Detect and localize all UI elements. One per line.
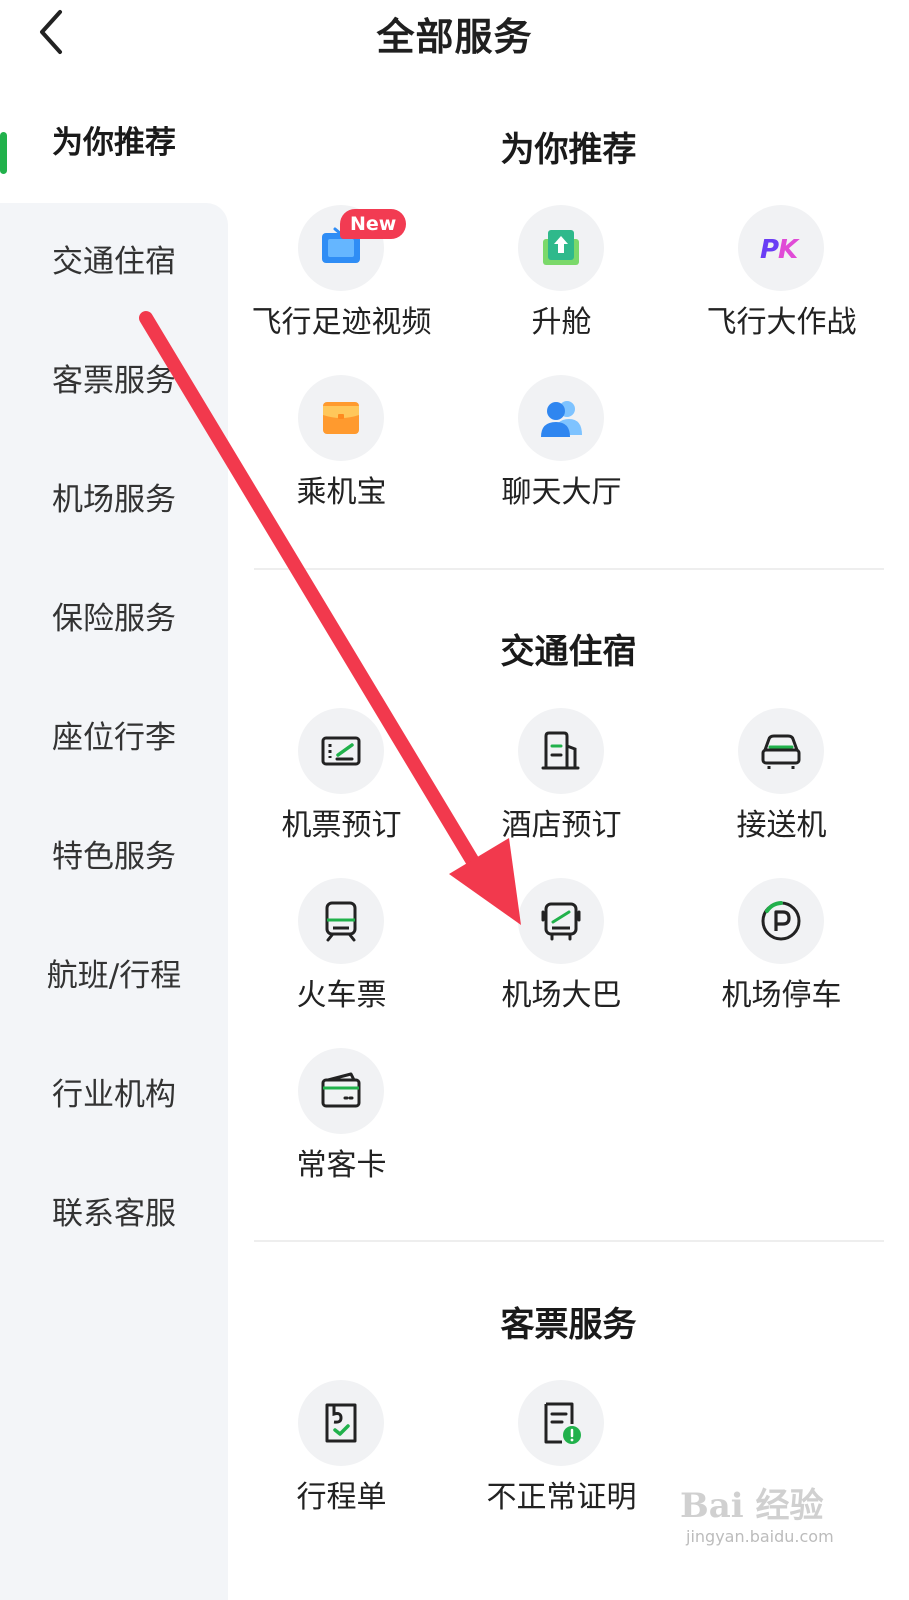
service-label: 行程单 bbox=[296, 1480, 387, 1515]
certificate-icon bbox=[544, 1402, 581, 1444]
service-label: 火车票 bbox=[296, 978, 387, 1013]
icon-circle bbox=[298, 1380, 384, 1466]
sidebar-item-seat-luggage[interactable]: 座位行李 bbox=[0, 683, 228, 793]
service-train-ticket[interactable]: 火车票 bbox=[228, 878, 455, 1038]
itinerary-icon bbox=[325, 1403, 357, 1443]
services-content: 为你推荐 New 飞行足迹视频 升舱 P K 飞行大作战 乘机宝 聊天大厅 交通… bbox=[228, 80, 909, 1600]
car-icon bbox=[761, 734, 801, 769]
sidebar-item-special-service[interactable]: 特色服务 bbox=[0, 802, 228, 912]
section-title-transport: 交通住宿 bbox=[500, 632, 637, 672]
section-title-recommended: 为你推荐 bbox=[500, 130, 637, 170]
service-irregularity-certificate[interactable]: 不正常证明 bbox=[448, 1380, 675, 1540]
service-airport-transfer[interactable]: 接送机 bbox=[668, 708, 895, 868]
service-label: 飞行大作战 bbox=[706, 305, 857, 340]
sidebar-item-label: 航班/行程 bbox=[46, 958, 182, 994]
service-label: 常客卡 bbox=[296, 1148, 387, 1183]
service-boarding-wallet[interactable]: 乘机宝 bbox=[228, 375, 455, 535]
pk-icon: P K bbox=[760, 235, 800, 265]
icon-circle bbox=[298, 1048, 384, 1134]
sidebar-item-flight-trip[interactable]: 航班/行程 bbox=[0, 921, 228, 1031]
service-flight-booking[interactable]: 机票预订 bbox=[228, 708, 455, 868]
icon-circle bbox=[518, 205, 604, 291]
svg-text:K: K bbox=[778, 235, 800, 265]
sidebar-item-label: 保险服务 bbox=[52, 601, 176, 637]
sidebar-item-transport[interactable]: 交通住宿 bbox=[0, 207, 228, 317]
service-flight-battle[interactable]: P K 飞行大作战 bbox=[668, 205, 895, 365]
service-itinerary[interactable]: 行程单 bbox=[228, 1380, 455, 1540]
icon-circle bbox=[298, 878, 384, 964]
sidebar-item-airport-service[interactable]: 机场服务 bbox=[0, 445, 228, 555]
sidebar-item-recommended[interactable]: 为你推荐 bbox=[0, 88, 228, 198]
sidebar-item-label: 交通住宿 bbox=[52, 244, 176, 280]
sidebar-item-label: 机场服务 bbox=[52, 482, 176, 518]
sidebar-item-label: 行业机构 bbox=[52, 1077, 176, 1113]
hotel-icon bbox=[541, 731, 580, 770]
service-label: 飞行足迹视频 bbox=[251, 305, 432, 340]
icon-circle: P K bbox=[738, 205, 824, 291]
icon-circle bbox=[298, 375, 384, 461]
service-flight-video[interactable]: New 飞行足迹视频 bbox=[228, 205, 455, 365]
sidebar-item-industry[interactable]: 行业机构 bbox=[0, 1040, 228, 1150]
service-label: 机场大巴 bbox=[501, 978, 622, 1013]
wallet-icon bbox=[323, 402, 359, 434]
icon-circle bbox=[738, 878, 824, 964]
section-divider bbox=[254, 568, 884, 570]
sidebar-item-ticket-service[interactable]: 客票服务 bbox=[0, 326, 228, 436]
chat-users-icon bbox=[541, 401, 582, 437]
sidebar-item-customer-service[interactable]: 联系客服 bbox=[0, 1159, 228, 1269]
card-icon bbox=[321, 1072, 361, 1108]
icon-circle bbox=[298, 708, 384, 794]
service-frequent-flyer-card[interactable]: 常客卡 bbox=[228, 1048, 455, 1208]
service-upgrade[interactable]: 升舱 bbox=[448, 205, 675, 365]
service-label: 机场停车 bbox=[721, 978, 842, 1013]
sidebar-item-label: 为你推荐 bbox=[52, 125, 176, 161]
service-label: 酒店预订 bbox=[501, 808, 622, 843]
category-sidebar: 为你推荐 交通住宿 客票服务 机场服务 保险服务 座位行李 特色服务 航班/行程… bbox=[0, 80, 228, 1600]
new-badge: New bbox=[340, 209, 407, 239]
active-indicator bbox=[0, 132, 7, 174]
service-chat-lobby[interactable]: 聊天大厅 bbox=[448, 375, 675, 535]
service-label: 聊天大厅 bbox=[501, 475, 622, 510]
service-label: 机票预订 bbox=[281, 808, 402, 843]
service-airport-parking[interactable]: 机场停车 bbox=[668, 878, 895, 1038]
ticket-icon bbox=[321, 736, 361, 766]
service-label: 不正常证明 bbox=[486, 1480, 637, 1515]
sidebar-item-label: 座位行李 bbox=[52, 720, 176, 756]
bus-icon bbox=[541, 902, 581, 941]
icon-circle bbox=[518, 878, 604, 964]
icon-circle bbox=[518, 708, 604, 794]
service-label: 乘机宝 bbox=[296, 475, 387, 510]
service-label: 升舱 bbox=[531, 305, 592, 340]
icon-circle bbox=[738, 708, 824, 794]
section-divider bbox=[254, 1240, 884, 1242]
train-icon bbox=[325, 901, 357, 942]
section-title-ticket-service: 客票服务 bbox=[500, 1305, 637, 1345]
service-hotel-booking[interactable]: 酒店预订 bbox=[448, 708, 675, 868]
sidebar-item-label: 客票服务 bbox=[52, 363, 176, 399]
page-title: 全部服务 bbox=[376, 15, 533, 59]
sidebar-item-insurance[interactable]: 保险服务 bbox=[0, 564, 228, 674]
upgrade-icon bbox=[543, 230, 579, 265]
service-airport-bus[interactable]: 机场大巴 bbox=[448, 878, 675, 1038]
service-label: 接送机 bbox=[736, 808, 827, 843]
parking-icon bbox=[761, 901, 801, 941]
sidebar-item-label: 联系客服 bbox=[52, 1196, 176, 1232]
header: 全部服务 bbox=[0, 0, 909, 70]
icon-circle bbox=[518, 375, 604, 461]
svg-text:P: P bbox=[760, 235, 779, 265]
icon-circle bbox=[518, 1380, 604, 1466]
sidebar-item-label: 特色服务 bbox=[52, 839, 176, 875]
